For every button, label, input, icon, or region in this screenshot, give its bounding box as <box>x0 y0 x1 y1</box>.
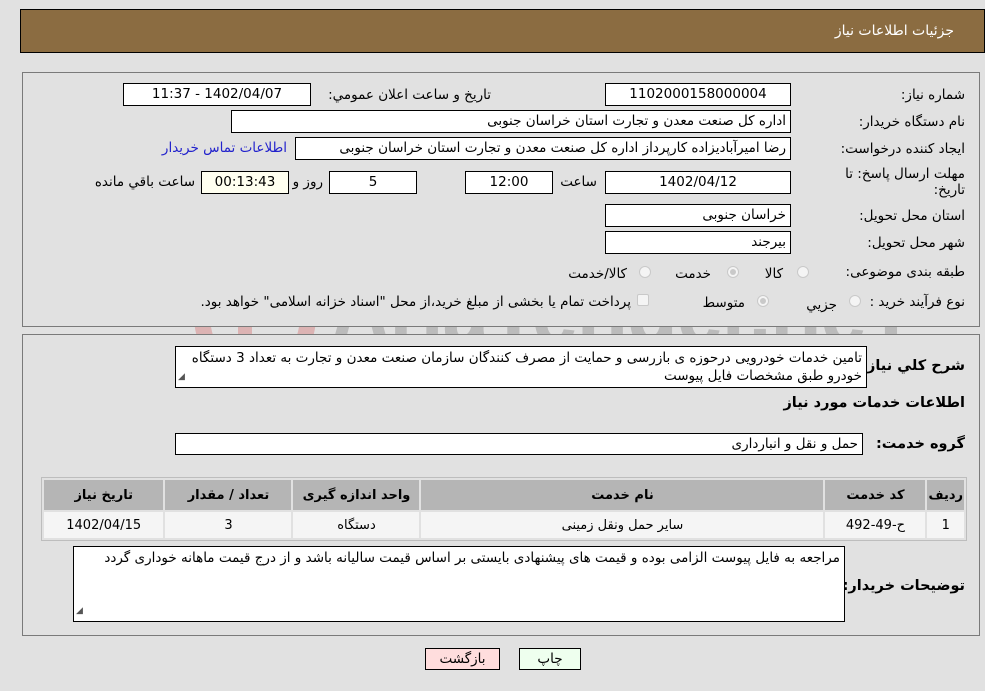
category-radio-goods[interactable] <box>797 266 809 278</box>
description-textarea[interactable]: تامین خدمات خودرویی درحوزه ی بازرسی و حم… <box>175 346 867 388</box>
cell-unit: دستگاه <box>293 512 420 538</box>
table-header-row: رديف کد خدمت نام خدمت واحد اندازه گيری ت… <box>44 480 964 510</box>
column-header-need-date: تاريخ نياز <box>44 480 164 510</box>
cell-row-number: 1 <box>927 512 964 538</box>
deadline-time-label: ساعت <box>560 174 597 190</box>
cell-service-code: ح-49-492 <box>825 512 926 538</box>
buyer-org-field: اداره کل صنعت معدن و تجارت استان خراسان … <box>231 110 791 133</box>
service-group-label: گروه خدمت: <box>875 436 965 452</box>
resize-grip-icon[interactable]: ◢ <box>76 602 83 620</box>
process-option-minor: جزيي <box>806 297 837 313</box>
page-title: جزئيات اطلاعات نياز <box>834 23 954 39</box>
need-details-panel: شماره نياز: 1102000158000004 تاريخ و ساع… <box>22 72 980 327</box>
days-label: روز و <box>292 174 323 190</box>
creator-label: ايجاد کننده درخواست: <box>840 141 965 157</box>
back-button[interactable]: بازگشت <box>425 648 500 670</box>
province-field: خراسان جنوبی <box>605 204 791 227</box>
deadline-date-field: 1402/04/12 <box>605 171 791 194</box>
buyer-contact-link[interactable]: اطلاعات تماس خريدار <box>162 140 287 156</box>
column-header-service-code: کد خدمت <box>825 480 926 510</box>
province-label: استان محل تحويل: <box>859 208 965 224</box>
process-label: نوع فرآيند خريد : <box>869 294 965 310</box>
treasury-note: پرداخت تمام يا بخشی از مبلغ خريد،از محل … <box>200 294 631 310</box>
need-number-label: شماره نياز: <box>900 87 965 103</box>
cell-quantity: 3 <box>165 512 292 538</box>
column-header-service-name: نام خدمت <box>421 480 824 510</box>
table-row: 1 ح-49-492 سایر حمل ونقل زمینی دستگاه 3 … <box>44 512 964 538</box>
buyer-org-label: نام دستگاه خريدار: <box>858 114 965 130</box>
cell-need-date: 1402/04/15 <box>44 512 164 538</box>
services-panel: شرح کلي نياز: تامین خدمات خودرویی درحوزه… <box>22 334 980 636</box>
city-field: بيرجند <box>605 231 791 254</box>
service-group-field: حمل و نقل و انبارداری <box>175 433 863 455</box>
description-label: شرح کلي نياز: <box>861 358 965 374</box>
announce-date-label: تاريخ و ساعت اعلان عمومي: <box>328 87 491 103</box>
print-button[interactable]: چاپ <box>519 648 581 670</box>
resize-grip-icon[interactable]: ◢ <box>178 368 185 386</box>
city-label: شهر محل تحويل: <box>867 235 965 251</box>
services-table: رديف کد خدمت نام خدمت واحد اندازه گيری ت… <box>41 477 967 541</box>
column-header-unit: واحد اندازه گيری <box>293 480 420 510</box>
category-option-goods: کالا <box>764 266 783 282</box>
cell-service-name: سایر حمل ونقل زمینی <box>421 512 824 538</box>
deadline-label: مهلت ارسال پاسخ: تا تاريخ: <box>845 166 965 198</box>
category-option-goods-service: کالا/خدمت <box>568 266 627 282</box>
days-remaining-field: 5 <box>329 171 417 194</box>
column-header-row-number: رديف <box>927 480 964 510</box>
category-radio-goods-service[interactable] <box>639 266 651 278</box>
process-option-medium: متوسط <box>702 295 745 311</box>
services-section-title: اطلاعات خدمات مورد نياز <box>783 395 965 411</box>
creator-field: رضا امیرآبادیزاده کارپرداز اداره کل صنعت… <box>295 137 791 160</box>
buyer-notes-label: توضيحات خريدار: <box>842 578 965 594</box>
buyer-notes-textarea[interactable]: مراجعه به فایل پیوست الزامی بوده و قیمت … <box>73 546 845 622</box>
category-label: طبقه بندی موضوعی: <box>845 264 965 280</box>
page-header: جزئيات اطلاعات نياز <box>20 9 985 53</box>
treasury-checkbox[interactable] <box>637 294 649 306</box>
announce-date-field: 1402/04/07 - 11:37 <box>123 83 311 106</box>
time-remaining-field: 00:13:43 <box>201 171 289 194</box>
buyer-notes-text: مراجعه به فایل پیوست الزامی بوده و قیمت … <box>104 550 840 566</box>
process-radio-medium[interactable] <box>757 295 769 307</box>
process-radio-minor[interactable] <box>849 295 861 307</box>
description-text: تامین خدمات خودرویی درحوزه ی بازرسی و حم… <box>191 350 862 384</box>
column-header-quantity: تعداد / مقدار <box>165 480 292 510</box>
category-option-service: خدمت <box>675 266 711 282</box>
category-radio-service[interactable] <box>727 266 739 278</box>
need-number-field: 1102000158000004 <box>605 83 791 106</box>
deadline-time-field: 12:00 <box>465 171 553 194</box>
time-remaining-label: ساعت باقي مانده <box>94 174 195 190</box>
